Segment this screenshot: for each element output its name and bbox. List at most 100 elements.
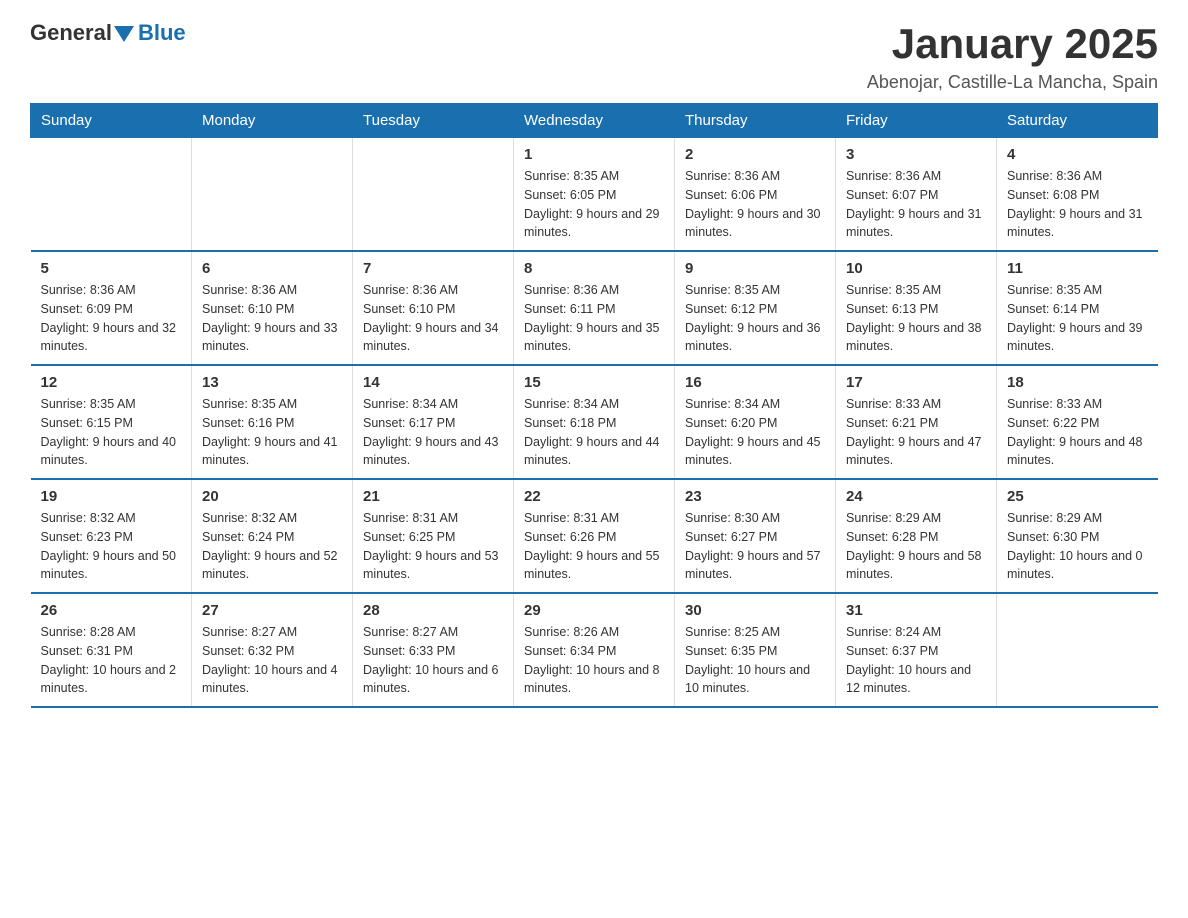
calendar-day-17: 17 Sunrise: 8:33 AM Sunset: 6:21 PM Dayli…	[836, 365, 997, 479]
day-number: 5	[41, 260, 182, 277]
calendar-day-31: 31 Sunrise: 8:24 AM Sunset: 6:37 PM Dayli…	[836, 593, 997, 707]
day-info: Sunrise: 8:35 AM Sunset: 6:12 PM Dayligh…	[685, 281, 825, 356]
weekday-header-monday: Monday	[192, 104, 353, 138]
day-info: Sunrise: 8:33 AM Sunset: 6:22 PM Dayligh…	[1007, 395, 1148, 470]
calendar-day-30: 30Sunrise: 8:25 AM Sunset: 6:35 PM Dayli…	[675, 593, 836, 707]
weekday-header-thursday: Thursday	[675, 104, 836, 138]
day-info: Sunrise: 8:36 AM Sunset: 6:07 PM Dayligh…	[846, 167, 986, 242]
day-number: 1	[524, 146, 664, 163]
day-number: 11	[1007, 260, 1148, 277]
day-number: 21	[363, 488, 503, 505]
day-number: 22	[524, 488, 664, 505]
calendar-week-row: 12Sunrise: 8:35 AM Sunset: 6:15 PM Dayli…	[31, 365, 1158, 479]
day-number: 13	[202, 374, 342, 391]
calendar-day-3: 3 Sunrise: 8:36 AM Sunset: 6:07 PM Daylig…	[836, 138, 997, 252]
day-number: 19	[41, 488, 182, 505]
calendar-day-5: 5Sunrise: 8:36 AM Sunset: 6:09 PM Daylig…	[31, 251, 192, 365]
empty-day-cell	[31, 138, 192, 252]
calendar-day-16: 16 Sunrise: 8:34 AM Sunset: 6:20 PM Dayli…	[675, 365, 836, 479]
calendar-day-6: 6 Sunrise: 8:36 AM Sunset: 6:10 PM Daylig…	[192, 251, 353, 365]
calendar-header-row: SundayMondayTuesdayWednesdayThursdayFrid…	[31, 104, 1158, 138]
calendar-week-row: 19 Sunrise: 8:32 AM Sunset: 6:23 PM Dayli…	[31, 479, 1158, 593]
day-info: Sunrise: 8:35 AM Sunset: 6:16 PM Dayligh…	[202, 395, 342, 470]
day-info: Sunrise: 8:34 AM Sunset: 6:18 PM Dayligh…	[524, 395, 664, 470]
day-info: Sunrise: 8:25 AM Sunset: 6:35 PM Dayligh…	[685, 623, 825, 698]
calendar-week-row: 1 Sunrise: 8:35 AM Sunset: 6:05 PM Daylig…	[31, 138, 1158, 252]
weekday-header-wednesday: Wednesday	[514, 104, 675, 138]
day-number: 6	[202, 260, 342, 277]
day-number: 18	[1007, 374, 1148, 391]
day-number: 8	[524, 260, 664, 277]
calendar-day-12: 12Sunrise: 8:35 AM Sunset: 6:15 PM Dayli…	[31, 365, 192, 479]
day-info: Sunrise: 8:35 AM Sunset: 6:05 PM Dayligh…	[524, 167, 664, 242]
day-number: 29	[524, 602, 664, 619]
day-info: Sunrise: 8:34 AM Sunset: 6:20 PM Dayligh…	[685, 395, 825, 470]
day-number: 25	[1007, 488, 1148, 505]
calendar-day-26: 26 Sunrise: 8:28 AM Sunset: 6:31 PM Dayli…	[31, 593, 192, 707]
day-info: Sunrise: 8:26 AM Sunset: 6:34 PM Dayligh…	[524, 623, 664, 698]
day-info: Sunrise: 8:32 AM Sunset: 6:23 PM Dayligh…	[41, 509, 182, 584]
calendar-day-10: 10Sunrise: 8:35 AM Sunset: 6:13 PM Dayli…	[836, 251, 997, 365]
calendar-table: SundayMondayTuesdayWednesdayThursdayFrid…	[30, 103, 1158, 708]
weekday-header-friday: Friday	[836, 104, 997, 138]
calendar-day-13: 13 Sunrise: 8:35 AM Sunset: 6:16 PM Dayli…	[192, 365, 353, 479]
weekday-header-saturday: Saturday	[997, 104, 1158, 138]
day-info: Sunrise: 8:35 AM Sunset: 6:15 PM Dayligh…	[41, 395, 182, 470]
day-info: Sunrise: 8:31 AM Sunset: 6:25 PM Dayligh…	[363, 509, 503, 584]
day-info: Sunrise: 8:28 AM Sunset: 6:31 PM Dayligh…	[41, 623, 182, 698]
day-number: 3	[846, 146, 986, 163]
calendar-day-4: 4Sunrise: 8:36 AM Sunset: 6:08 PM Daylig…	[997, 138, 1158, 252]
calendar-day-15: 15 Sunrise: 8:34 AM Sunset: 6:18 PM Dayli…	[514, 365, 675, 479]
calendar-day-25: 25 Sunrise: 8:29 AM Sunset: 6:30 PM Dayli…	[997, 479, 1158, 593]
day-number: 17	[846, 374, 986, 391]
calendar-day-1: 1 Sunrise: 8:35 AM Sunset: 6:05 PM Daylig…	[514, 138, 675, 252]
day-number: 27	[202, 602, 342, 619]
calendar-day-20: 20 Sunrise: 8:32 AM Sunset: 6:24 PM Dayli…	[192, 479, 353, 593]
title-section: January 2025 Abenojar, Castille-La Manch…	[867, 20, 1158, 93]
day-info: Sunrise: 8:29 AM Sunset: 6:30 PM Dayligh…	[1007, 509, 1148, 584]
day-info: Sunrise: 8:34 AM Sunset: 6:17 PM Dayligh…	[363, 395, 503, 470]
day-info: Sunrise: 8:27 AM Sunset: 6:33 PM Dayligh…	[363, 623, 503, 698]
day-number: 20	[202, 488, 342, 505]
calendar-week-row: 5Sunrise: 8:36 AM Sunset: 6:09 PM Daylig…	[31, 251, 1158, 365]
day-number: 28	[363, 602, 503, 619]
calendar-day-9: 9 Sunrise: 8:35 AM Sunset: 6:12 PM Daylig…	[675, 251, 836, 365]
day-number: 14	[363, 374, 503, 391]
logo: General Blue	[30, 20, 186, 46]
calendar-day-19: 19 Sunrise: 8:32 AM Sunset: 6:23 PM Dayli…	[31, 479, 192, 593]
day-info: Sunrise: 8:32 AM Sunset: 6:24 PM Dayligh…	[202, 509, 342, 584]
day-info: Sunrise: 8:36 AM Sunset: 6:10 PM Dayligh…	[202, 281, 342, 356]
day-info: Sunrise: 8:36 AM Sunset: 6:06 PM Dayligh…	[685, 167, 825, 242]
calendar-day-18: 18 Sunrise: 8:33 AM Sunset: 6:22 PM Dayli…	[997, 365, 1158, 479]
calendar-day-27: 27 Sunrise: 8:27 AM Sunset: 6:32 PM Dayli…	[192, 593, 353, 707]
calendar-day-7: 7 Sunrise: 8:36 AM Sunset: 6:10 PM Daylig…	[353, 251, 514, 365]
day-info: Sunrise: 8:36 AM Sunset: 6:10 PM Dayligh…	[363, 281, 503, 356]
empty-day-cell	[192, 138, 353, 252]
day-info: Sunrise: 8:36 AM Sunset: 6:08 PM Dayligh…	[1007, 167, 1148, 242]
day-info: Sunrise: 8:27 AM Sunset: 6:32 PM Dayligh…	[202, 623, 342, 698]
calendar-day-29: 29 Sunrise: 8:26 AM Sunset: 6:34 PM Dayli…	[514, 593, 675, 707]
day-number: 16	[685, 374, 825, 391]
day-number: 7	[363, 260, 503, 277]
day-info: Sunrise: 8:24 AM Sunset: 6:37 PM Dayligh…	[846, 623, 986, 698]
day-info: Sunrise: 8:35 AM Sunset: 6:13 PM Dayligh…	[846, 281, 986, 356]
calendar-day-11: 11 Sunrise: 8:35 AM Sunset: 6:14 PM Dayli…	[997, 251, 1158, 365]
calendar-day-28: 28 Sunrise: 8:27 AM Sunset: 6:33 PM Dayli…	[353, 593, 514, 707]
day-info: Sunrise: 8:29 AM Sunset: 6:28 PM Dayligh…	[846, 509, 986, 584]
day-info: Sunrise: 8:31 AM Sunset: 6:26 PM Dayligh…	[524, 509, 664, 584]
day-info: Sunrise: 8:30 AM Sunset: 6:27 PM Dayligh…	[685, 509, 825, 584]
day-info: Sunrise: 8:36 AM Sunset: 6:11 PM Dayligh…	[524, 281, 664, 356]
logo-blue-text: Blue	[138, 20, 186, 46]
day-info: Sunrise: 8:33 AM Sunset: 6:21 PM Dayligh…	[846, 395, 986, 470]
day-number: 31	[846, 602, 986, 619]
day-number: 15	[524, 374, 664, 391]
day-info: Sunrise: 8:35 AM Sunset: 6:14 PM Dayligh…	[1007, 281, 1148, 356]
day-number: 26	[41, 602, 182, 619]
calendar-day-8: 8 Sunrise: 8:36 AM Sunset: 6:11 PM Daylig…	[514, 251, 675, 365]
weekday-header-sunday: Sunday	[31, 104, 192, 138]
page-title: January 2025	[867, 20, 1158, 68]
day-number: 9	[685, 260, 825, 277]
calendar-day-24: 24Sunrise: 8:29 AM Sunset: 6:28 PM Dayli…	[836, 479, 997, 593]
calendar-day-14: 14 Sunrise: 8:34 AM Sunset: 6:17 PM Dayli…	[353, 365, 514, 479]
page-header: General Blue January 2025 Abenojar, Cast…	[30, 20, 1158, 93]
